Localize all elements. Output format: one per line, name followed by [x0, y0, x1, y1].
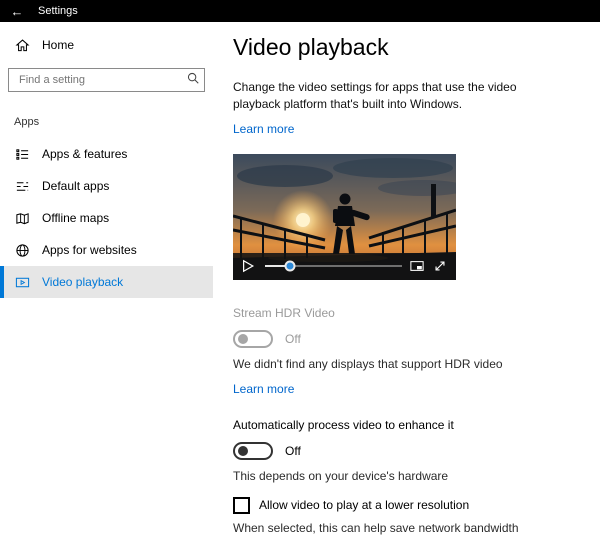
sidebar-item-label: Apps & features	[42, 147, 128, 161]
sidebar-item-apps-features[interactable]: Apps & features	[0, 138, 213, 170]
mini-player-icon[interactable]	[410, 259, 425, 274]
page-description: Change the video settings for apps that …	[233, 80, 517, 112]
enhance-note: This depends on your device's hardware	[233, 468, 449, 483]
offline-maps-icon	[14, 210, 30, 226]
fullscreen-icon[interactable]	[433, 259, 448, 274]
hdr-toggle-knob	[238, 333, 248, 344]
low-res-note: When selected, this can help save networ…	[233, 520, 519, 535]
sidebar-item-label: Default apps	[42, 179, 110, 193]
apps-features-icon	[14, 146, 30, 162]
apps-for-websites-icon	[14, 242, 30, 258]
search-input[interactable]	[17, 73, 186, 87]
learn-more-link-hdr[interactable]: Learn more	[233, 382, 294, 396]
sidebar-item-label: Video playback	[42, 275, 124, 289]
hdr-toggle-state: Off	[285, 331, 301, 346]
settings-window: ← Settings Home Apps	[0, 0, 600, 535]
default-apps-icon	[14, 178, 30, 194]
sidebar-item-label: Offline maps	[42, 211, 110, 225]
hdr-note: We didn't find any displays that support…	[233, 356, 503, 371]
learn-more-link-main[interactable]: Learn more	[233, 122, 294, 136]
sidebar-home-label: Home	[42, 38, 75, 52]
hdr-setting-label: Stream HDR Video	[233, 305, 335, 320]
sidebar-item-default-apps[interactable]: Default apps	[0, 170, 213, 202]
back-icon: ←	[10, 3, 24, 19]
low-res-label[interactable]: Allow video to play at a lower resolutio…	[259, 498, 469, 512]
enhance-setting-label: Automatically process video to enhance i…	[233, 417, 454, 432]
video-preview[interactable]	[233, 153, 456, 280]
search-icon[interactable]	[186, 71, 200, 90]
search-box[interactable]	[8, 68, 205, 92]
sidebar-item-offline-maps[interactable]: Offline maps	[0, 202, 213, 234]
progress-bar[interactable]	[265, 260, 402, 272]
page-title: Video playback	[233, 34, 389, 60]
video-playback-icon	[14, 274, 30, 290]
sidebar-item-home[interactable]: Home	[0, 28, 213, 62]
progress-handle[interactable]	[284, 260, 296, 272]
hdr-toggle	[233, 329, 273, 348]
enhance-toggle-state: Off	[285, 443, 301, 458]
enhance-toggle[interactable]	[233, 441, 273, 460]
sidebar-item-video-playback[interactable]: Video playback	[0, 266, 213, 298]
enhance-toggle-knob	[238, 445, 248, 456]
sidebar-item-apps-for-websites[interactable]: Apps for websites	[0, 234, 213, 266]
main-content: Video playback Change the video settings…	[213, 22, 600, 535]
back-button[interactable]: ←	[0, 0, 34, 22]
low-res-checkbox[interactable]	[233, 496, 250, 514]
sidebar-section-apps: Apps	[14, 116, 40, 128]
video-controls	[233, 252, 456, 280]
titlebar: ← Settings	[0, 0, 600, 22]
window-title: Settings	[38, 5, 78, 17]
sidebar-item-label: Apps for websites	[42, 243, 137, 257]
sidebar: Home Apps Apps & features Default ap	[0, 22, 213, 477]
home-icon	[14, 37, 30, 53]
play-icon[interactable]	[241, 258, 257, 274]
